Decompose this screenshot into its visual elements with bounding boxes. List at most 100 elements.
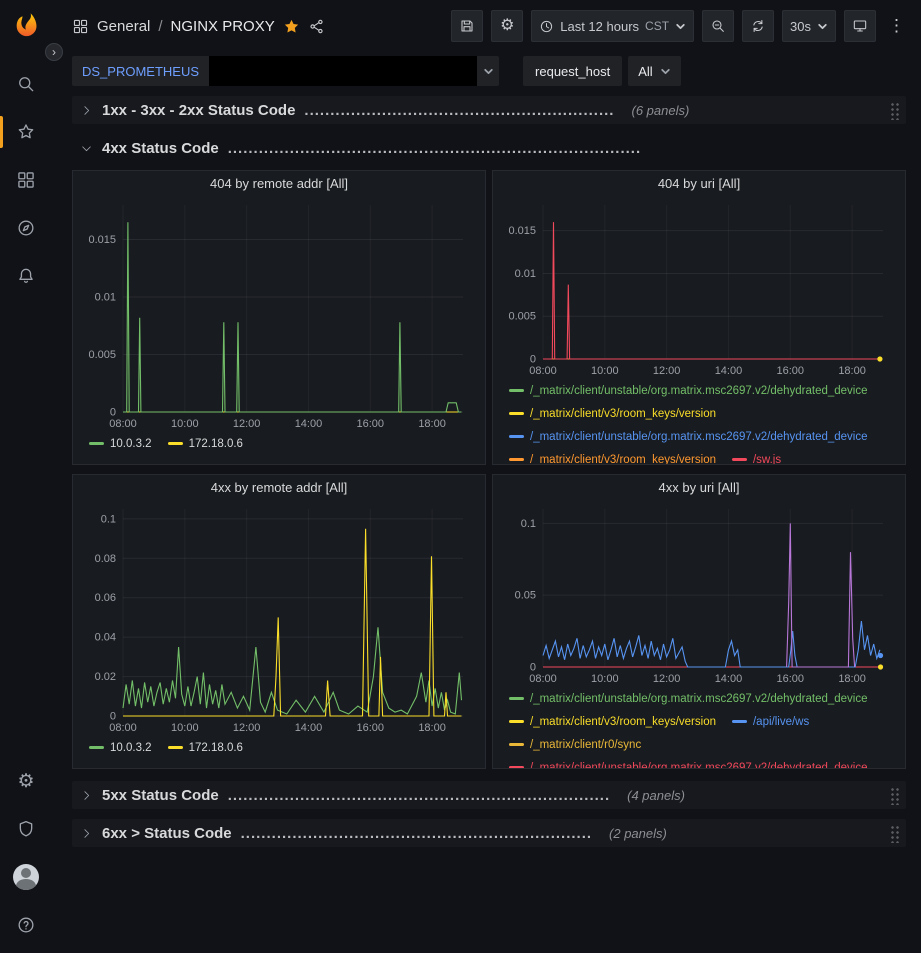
svg-text:16:00: 16:00 xyxy=(357,722,385,734)
legend-series-label: /_matrix/client/v3/room_keys/version xyxy=(530,408,716,420)
svg-text:12:00: 12:00 xyxy=(653,365,681,377)
sidebar-item-server-admin[interactable] xyxy=(0,805,52,853)
refresh-interval-picker[interactable]: 30s xyxy=(782,10,836,42)
variables-bar: DS_PROMETHEUS request_host All xyxy=(52,52,921,90)
svg-text:0: 0 xyxy=(530,354,536,366)
row-6xx[interactable]: 6xx > Status Code ......................… xyxy=(72,819,906,847)
time-range-picker[interactable]: Last 12 hours CST xyxy=(531,10,694,42)
legend-item[interactable]: /_matrix/client/r0/sync xyxy=(509,739,641,751)
tv-mode-button[interactable] xyxy=(844,10,876,42)
svg-text:10:00: 10:00 xyxy=(171,418,199,430)
panel-title[interactable]: 404 by uri [All] xyxy=(501,171,897,197)
row-drag-handle[interactable] xyxy=(889,101,900,120)
svg-text:0.005: 0.005 xyxy=(88,349,116,361)
grafana-logo[interactable] xyxy=(9,8,43,42)
legend-item[interactable]: 10.0.3.2 xyxy=(89,438,152,450)
row-drag-handle[interactable] xyxy=(889,824,900,843)
legend-item[interactable]: /_matrix/client/unstable/org.matrix.msc2… xyxy=(509,693,868,705)
favorite-star-icon[interactable] xyxy=(283,18,300,35)
legend: 10.0.3.2 172.18.0.6 xyxy=(81,736,477,759)
row-4xx[interactable]: 4xx Status Code ........................… xyxy=(72,134,906,162)
row-drag-handle[interactable] xyxy=(889,786,900,805)
chevron-down-icon xyxy=(483,66,494,77)
svg-text:10:00: 10:00 xyxy=(591,365,619,377)
svg-text:08:00: 08:00 xyxy=(109,418,137,430)
clock-icon xyxy=(539,19,554,34)
svg-text:14:00: 14:00 xyxy=(715,673,743,685)
legend-row: /_matrix/client/unstable/org.matrix.msc2… xyxy=(509,756,897,769)
refresh-button[interactable] xyxy=(742,10,774,42)
sidebar-item-help[interactable] xyxy=(0,901,52,949)
svg-text:12:00: 12:00 xyxy=(233,722,261,734)
legend-series-color xyxy=(509,743,524,746)
legend-item[interactable]: /sw.js xyxy=(732,454,781,466)
panel-title[interactable]: 404 by remote addr [All] xyxy=(81,171,477,197)
legend-item[interactable]: 10.0.3.2 xyxy=(89,742,152,754)
legend-series-color xyxy=(509,458,524,461)
sidebar-item-settings[interactable]: ⚙ xyxy=(0,757,52,805)
breadcrumb-folder[interactable]: General xyxy=(97,18,150,35)
legend-item[interactable]: /_matrix/client/unstable/org.matrix.msc2… xyxy=(509,431,868,443)
legend-item[interactable]: /_matrix/client/unstable/org.matrix.msc2… xyxy=(509,762,868,770)
sidebar-bottom-nav: ⚙ xyxy=(0,757,52,949)
row-1xx-3xx-2xx[interactable]: 1xx - 3xx - 2xx Status Code ............… xyxy=(72,96,906,124)
legend-item[interactable]: /_matrix/client/v3/room_keys/version xyxy=(509,408,716,420)
row-dots: ........................................… xyxy=(241,825,592,842)
svg-text:0.08: 0.08 xyxy=(95,553,116,565)
kebab-menu-button[interactable]: ⋮ xyxy=(884,16,909,36)
legend-series-color xyxy=(509,412,524,415)
svg-text:0: 0 xyxy=(110,407,116,419)
legend-item[interactable]: /api/live/ws xyxy=(732,716,809,728)
chevron-right-icon xyxy=(80,104,93,117)
user-avatar xyxy=(13,864,39,890)
dashboard-settings-button[interactable]: ⚙ xyxy=(491,10,523,42)
row-title: 1xx - 3xx - 2xx Status Code xyxy=(102,102,295,119)
refresh-interval-label: 30s xyxy=(790,19,811,34)
sidebar-item-explore[interactable] xyxy=(0,204,52,252)
datasource-variable-value[interactable] xyxy=(209,56,477,86)
dashboard-title[interactable]: NGINX PROXY xyxy=(171,18,275,35)
time-range-label: Last 12 hours xyxy=(560,19,639,34)
legend-item[interactable]: /_matrix/client/v3/room_keys/version xyxy=(509,716,716,728)
legend-row: /_matrix/client/unstable/org.matrix.msc2… xyxy=(509,425,897,448)
legend-item[interactable]: 172.18.0.6 xyxy=(168,742,243,754)
panel-404-by-remote-addr: 404 by remote addr [All] 00.0050.010.015… xyxy=(72,170,486,465)
legend: /_matrix/client/unstable/org.matrix.msc2… xyxy=(501,687,897,769)
svg-text:0.04: 0.04 xyxy=(95,632,116,644)
grafana-flame-icon xyxy=(12,11,40,39)
bell-icon xyxy=(16,266,36,286)
sidebar-item-search[interactable] xyxy=(0,60,52,108)
sidebar-item-alerting[interactable] xyxy=(0,252,52,300)
legend-item[interactable]: /_matrix/client/v3/room_keys/version xyxy=(509,454,716,466)
legend-item[interactable]: /_matrix/client/unstable/org.matrix.msc2… xyxy=(509,385,868,397)
datasource-variable-label[interactable]: DS_PROMETHEUS xyxy=(72,56,209,86)
request-host-variable-label[interactable]: request_host xyxy=(523,56,622,86)
svg-text:18:00: 18:00 xyxy=(838,365,866,377)
panel-4xx-by-uri: 4xx by uri [All] 00.050.108:0010:0012:00… xyxy=(492,474,906,769)
datasource-dropdown-caret[interactable] xyxy=(477,56,499,86)
request-host-variable-value[interactable]: All xyxy=(628,56,680,86)
time-series-chart[interactable]: 00.0050.010.01508:0010:0012:0014:0016:00… xyxy=(81,197,477,432)
time-series-chart[interactable]: 00.0050.010.01508:0010:0012:0014:0016:00… xyxy=(501,197,897,379)
share-icon[interactable] xyxy=(308,18,325,35)
legend-series-label: /_matrix/client/unstable/org.matrix.msc2… xyxy=(530,431,868,443)
svg-text:08:00: 08:00 xyxy=(529,673,557,685)
panel-title[interactable]: 4xx by remote addr [All] xyxy=(81,475,477,501)
time-series-chart[interactable]: 00.020.040.060.080.108:0010:0012:0014:00… xyxy=(81,501,477,736)
panel-title[interactable]: 4xx by uri [All] xyxy=(501,475,897,501)
chevron-right-icon xyxy=(80,789,93,802)
sidebar-item-profile[interactable] xyxy=(0,853,52,901)
chevron-down-icon xyxy=(817,21,828,32)
sidebar-expand-button[interactable]: › xyxy=(45,43,63,61)
legend-series-color xyxy=(89,442,104,445)
time-series-chart[interactable]: 00.050.108:0010:0012:0014:0016:0018:00 xyxy=(501,501,897,687)
row-5xx[interactable]: 5xx Status Code ........................… xyxy=(72,781,906,809)
row-title: 4xx Status Code xyxy=(102,140,219,157)
legend-item[interactable]: 172.18.0.6 xyxy=(168,438,243,450)
sidebar-item-starred[interactable] xyxy=(0,108,52,156)
zoom-out-button[interactable] xyxy=(702,10,734,42)
sidebar-item-dashboards[interactable] xyxy=(0,156,52,204)
row-panel-count: (2 panels) xyxy=(609,826,667,841)
legend-series-color xyxy=(168,746,183,749)
save-dashboard-button[interactable] xyxy=(451,10,483,42)
